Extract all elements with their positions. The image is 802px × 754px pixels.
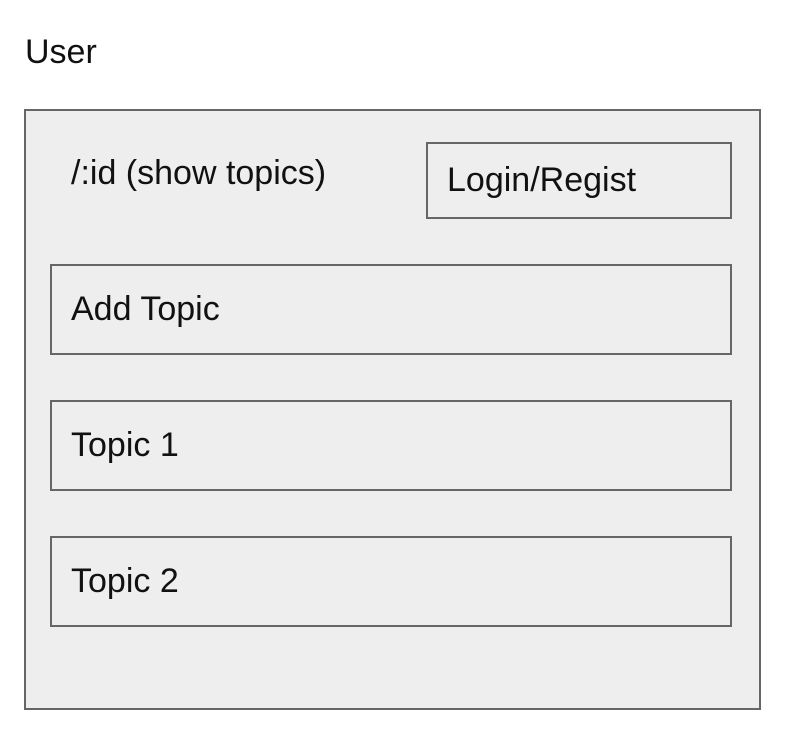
add-topic-button[interactable]: Add Topic	[50, 264, 732, 355]
route-label: /:id (show topics)	[71, 154, 327, 192]
login-register-label: Login/Regist	[447, 161, 637, 199]
add-topic-label: Add Topic	[71, 290, 220, 328]
topic-item-2[interactable]: Topic 2	[50, 536, 732, 627]
topic-item-1[interactable]: Topic 1	[50, 400, 732, 491]
topic-label: Topic 2	[71, 562, 179, 600]
login-register-button[interactable]: Login/Regist	[426, 142, 732, 219]
page-title: User	[25, 33, 97, 71]
topic-label: Topic 1	[71, 426, 179, 464]
